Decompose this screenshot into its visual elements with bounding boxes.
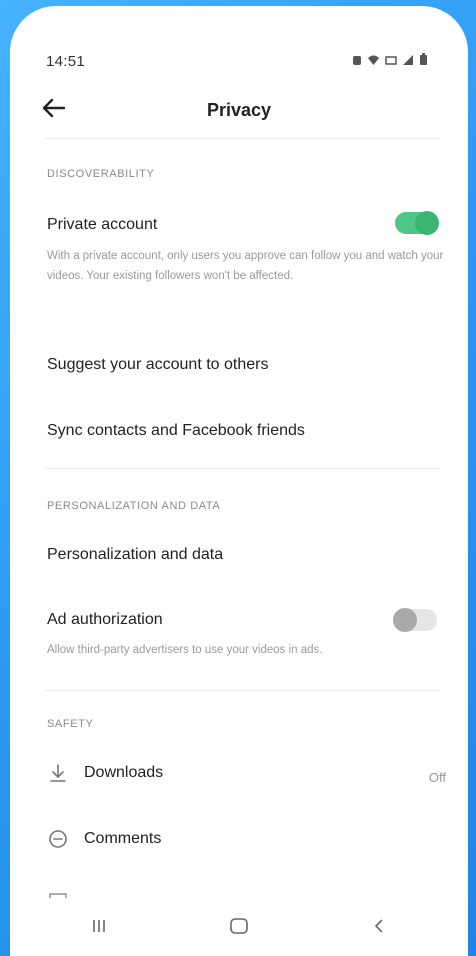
download-icon: [50, 764, 66, 782]
battery-icon: [419, 53, 428, 69]
sync-contacts-item[interactable]: Sync contacts and Facebook friends: [47, 422, 305, 440]
suggest-account-item[interactable]: Suggest your account to others: [47, 356, 268, 374]
private-account-title[interactable]: Private account: [47, 216, 157, 234]
section-safety: SAFETY: [47, 718, 94, 730]
home-button[interactable]: [219, 911, 259, 941]
private-account-toggle[interactable]: [395, 211, 439, 235]
status-time: 14:51: [46, 53, 86, 70]
chevron-left-icon: [374, 919, 383, 933]
header-divider: [45, 138, 440, 139]
downloads-label: Downloads: [84, 764, 164, 781]
ad-authorization-description: Allow third-party advertisers to use you…: [47, 644, 323, 656]
section-divider-1: [45, 468, 440, 469]
nav-header: Privacy: [10, 86, 468, 142]
system-nav-bar: [10, 896, 468, 956]
alarm-icon: [352, 54, 362, 69]
comment-icon: [49, 830, 67, 848]
wifi-icon: [367, 54, 380, 69]
ad-authorization-title[interactable]: Ad authorization: [47, 611, 163, 629]
data-icon: [385, 54, 397, 69]
signal-icon: [402, 54, 414, 69]
status-icons: [352, 53, 428, 69]
personalization-data-item[interactable]: Personalization and data: [47, 546, 223, 564]
phone-screen: 14:51 Privacy DISCOVERABILITY Private ac…: [10, 6, 468, 956]
device-frame: 14:51 Privacy DISCOVERABILITY Private ac…: [0, 0, 476, 956]
comments-label: Comments: [84, 830, 162, 847]
section-divider-2: [45, 690, 440, 691]
toggle-knob: [393, 608, 417, 632]
recent-apps-icon: [93, 920, 105, 932]
ad-authorization-toggle[interactable]: [393, 608, 437, 632]
section-personalization: PERSONALIZATION AND DATA: [47, 500, 221, 512]
home-icon: [230, 918, 248, 934]
section-discoverability: DISCOVERABILITY: [47, 168, 155, 180]
recent-apps-button[interactable]: [79, 911, 119, 941]
page-title: Privacy: [206, 100, 272, 120]
downloads-item[interactable]: Downloads: [47, 762, 163, 784]
toggle-knob: [415, 211, 439, 235]
system-back-button[interactable]: [359, 911, 399, 941]
private-account-description: With a private account, only users you a…: [47, 250, 444, 282]
comments-item[interactable]: Comments: [47, 828, 161, 850]
downloads-value: Off: [428, 770, 446, 785]
